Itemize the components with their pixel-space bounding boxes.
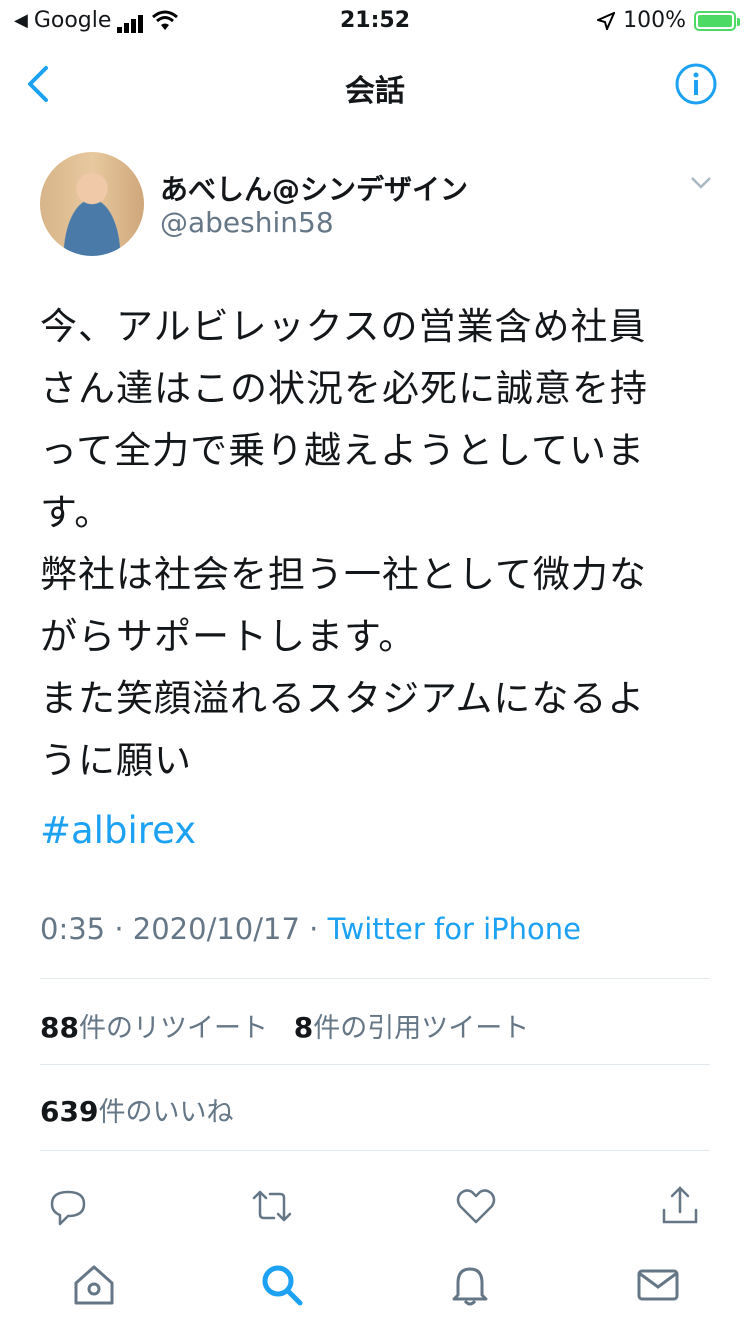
like-stats[interactable]: 639件のいいね: [40, 1090, 233, 1129]
navigation-bar: 会話: [0, 42, 750, 128]
messages-icon[interactable]: [634, 1261, 682, 1309]
location-icon: [597, 11, 616, 30]
quote-count: 8: [293, 1011, 314, 1044]
like-icon[interactable]: [454, 1184, 498, 1228]
avatar[interactable]: [40, 152, 144, 256]
chevron-down-icon[interactable]: [690, 176, 712, 190]
tweet-text: 今、アルビレックスの営業含め社員 さん達はこの状況を必死に誠意を持 って全力で乗…: [40, 305, 648, 782]
tab-bar: [0, 1255, 750, 1334]
tweet-actions: [0, 1180, 750, 1234]
share-icon[interactable]: [658, 1184, 702, 1228]
like-count: 639: [40, 1095, 99, 1128]
home-icon[interactable]: [70, 1261, 118, 1309]
tweet-time: 0:35: [40, 912, 106, 946]
like-label: 件のいいね: [98, 1097, 234, 1128]
author-name[interactable]: あべしん@シンデザイン: [160, 168, 468, 208]
tweet-source-link[interactable]: Twitter for iPhone: [328, 912, 581, 946]
battery-icon: [694, 10, 740, 31]
divider: [40, 978, 710, 979]
info-icon[interactable]: [674, 62, 718, 106]
tweet-meta: 0:35 · 2020/10/17 · Twitter for iPhone: [40, 912, 581, 946]
divider: [40, 1150, 710, 1151]
hashtag-link[interactable]: #albirex: [40, 800, 196, 862]
notifications-icon[interactable]: [446, 1261, 494, 1309]
divider: [40, 1064, 710, 1065]
status-bar: ◀ Google 21:52 100%: [0, 0, 750, 42]
search-icon[interactable]: [258, 1261, 306, 1309]
quote-label: 件の引用ツイート: [313, 1013, 530, 1044]
status-right: 100%: [597, 8, 740, 33]
retweet-count: 88: [40, 1011, 79, 1044]
retweet-stats[interactable]: 88件のリツイート 8件の引用ツイート: [40, 1006, 529, 1045]
reply-icon[interactable]: [46, 1184, 90, 1228]
tweet-date: 2020/10/17: [132, 912, 300, 946]
retweet-icon[interactable]: [250, 1184, 294, 1228]
page-title: 会話: [345, 74, 405, 109]
author-handle[interactable]: @abeshin58: [160, 206, 334, 239]
retweet-label: 件のリツイート: [78, 1013, 268, 1044]
battery-percent: 100%: [623, 8, 686, 33]
